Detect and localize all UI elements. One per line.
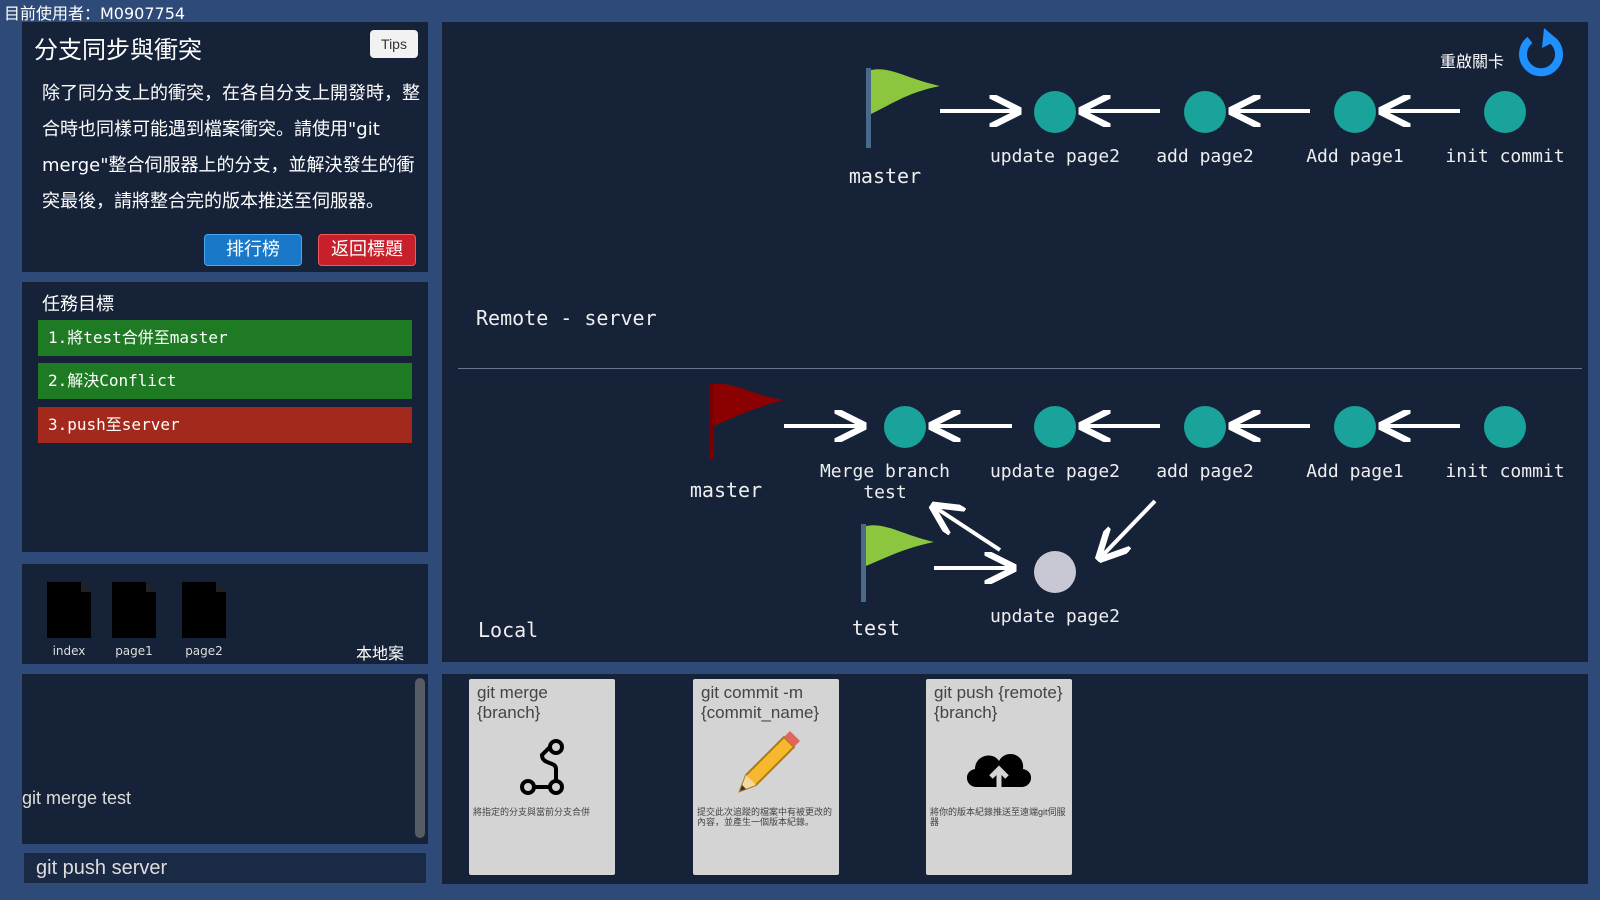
- card-title: git merge {branch}: [477, 683, 548, 722]
- card-title: git push {remote} {branch}: [934, 683, 1063, 722]
- card-description: 提交此次追蹤的檔案中有被更改的內容，並產生一個版本紀錄。: [697, 807, 833, 827]
- commit-label: Merge branch test: [819, 461, 951, 503]
- remote-master-flag: [866, 68, 940, 148]
- commit-label: Add page1: [1306, 146, 1404, 167]
- commit-node[interactable]: [1034, 91, 1076, 133]
- commit-node[interactable]: [1484, 91, 1526, 133]
- commit-node[interactable]: [1034, 406, 1076, 448]
- commit-label: init commit: [1445, 146, 1565, 167]
- commit-node[interactable]: [884, 406, 926, 448]
- local-master-branch-label: master: [689, 478, 763, 502]
- remote-branch-label: master: [848, 164, 922, 188]
- graph-divider: [458, 368, 1582, 369]
- local-master-flag: [709, 383, 784, 460]
- arrow: [1102, 499, 1157, 556]
- pencil-icon: [738, 731, 800, 793]
- commit-label: update page2: [989, 606, 1121, 627]
- commit-node[interactable]: [1184, 91, 1226, 133]
- commit-label: update page2: [989, 461, 1121, 482]
- card-description: 將指定的分支與當前分支合併: [473, 807, 591, 817]
- card-description: 將你的版本紀錄推送至遠端git伺服器: [930, 807, 1066, 827]
- test-branch-label: test: [851, 616, 901, 640]
- local-region-label: Local: [478, 618, 539, 642]
- merge-icon: [520, 739, 564, 795]
- arrow: [936, 508, 1002, 552]
- command-card-push[interactable]: git push {remote} {branch} 將你的版本紀錄推送至遠端g…: [926, 679, 1072, 875]
- commit-node[interactable]: [1484, 406, 1526, 448]
- commit-label: init commit: [1445, 461, 1565, 482]
- test-branch-flag: [861, 524, 934, 602]
- commit-node[interactable]: [1184, 406, 1226, 448]
- commit-label: update page2: [989, 146, 1121, 167]
- commit-label: Add page1: [1306, 461, 1404, 482]
- commit-node[interactable]: [1334, 406, 1376, 448]
- commit-node[interactable]: [1034, 551, 1076, 593]
- card-title: git commit -m {commit_name}: [701, 683, 820, 722]
- commit-label: add page2: [1156, 461, 1254, 482]
- commit-node[interactable]: [1334, 91, 1376, 133]
- commit-label: add page2: [1156, 146, 1254, 167]
- cloud-upload-icon: [966, 754, 1032, 789]
- remote-region-label: Remote - server: [476, 306, 657, 330]
- command-card-merge[interactable]: git merge {branch} 將指定的分支與當前分支合併: [469, 679, 615, 875]
- command-card-commit[interactable]: git commit -m {commit_name} 提交此次追蹤的檔案中有被…: [693, 679, 839, 875]
